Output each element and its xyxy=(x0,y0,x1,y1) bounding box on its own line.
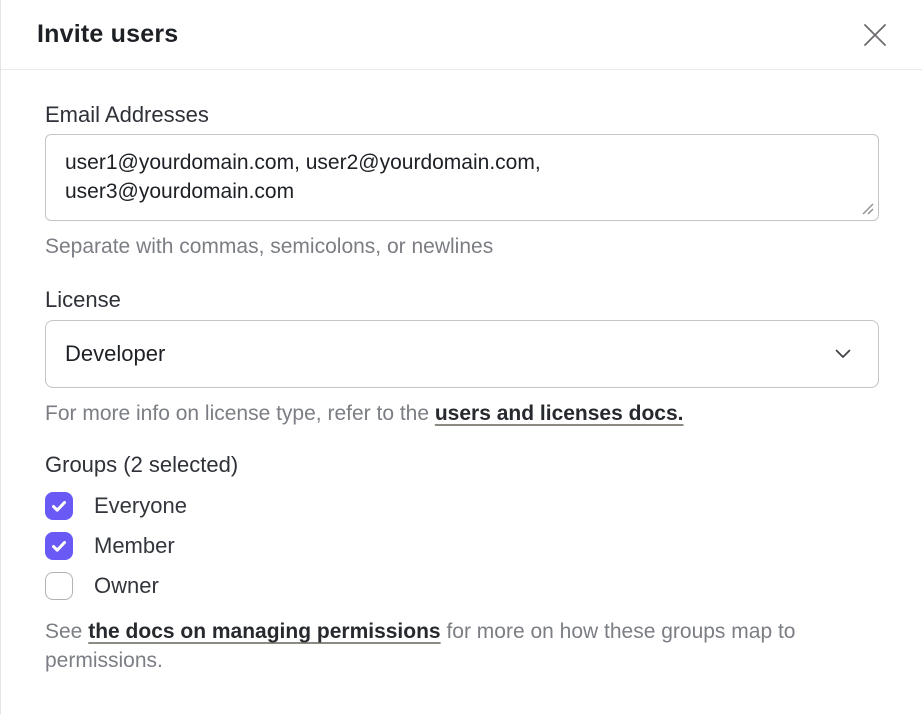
close-icon xyxy=(860,20,890,50)
checkbox-owner[interactable] xyxy=(45,572,73,600)
license-section: License Developer For more info on licen… xyxy=(45,287,879,428)
group-option-owner[interactable]: Owner xyxy=(45,572,159,600)
checkbox-label-everyone: Everyone xyxy=(94,493,187,519)
email-textarea-wrap: user1@yourdomain.com, user2@yourdomain.c… xyxy=(45,134,879,221)
chevron-down-icon xyxy=(835,349,851,359)
checkbox-label-owner: Owner xyxy=(94,573,159,599)
groups-section: Groups (2 selected) Everyone Member xyxy=(45,452,879,675)
license-selected-value: Developer xyxy=(65,341,165,367)
checkbox-label-member: Member xyxy=(94,533,175,559)
modal-body: Email Addresses user1@yourdomain.com, us… xyxy=(1,70,922,675)
check-icon xyxy=(51,540,67,553)
modal-title: Invite users xyxy=(37,20,178,49)
license-select[interactable]: Developer xyxy=(45,320,879,388)
license-helper-prefix: For more info on license type, refer to … xyxy=(45,402,435,425)
email-addresses-label: Email Addresses xyxy=(45,102,879,128)
users-and-licenses-docs-link[interactable]: users and licenses docs. xyxy=(435,402,684,425)
invite-users-modal: Invite users Email Addresses user1@yourd… xyxy=(0,0,922,714)
close-button[interactable] xyxy=(858,18,892,52)
modal-header: Invite users xyxy=(1,0,922,70)
email-addresses-input[interactable]: user1@yourdomain.com, user2@yourdomain.c… xyxy=(45,134,879,221)
groups-helper-text: See the docs on managing permissions for… xyxy=(45,617,879,675)
groups-helper-prefix: See xyxy=(45,620,88,643)
license-helper-text: For more info on license type, refer to … xyxy=(45,399,879,428)
license-label: License xyxy=(45,287,879,313)
group-option-member[interactable]: Member xyxy=(45,532,175,560)
groups-label: Groups (2 selected) xyxy=(45,452,879,478)
email-helper-text: Separate with commas, semicolons, or new… xyxy=(45,232,879,261)
group-option-everyone[interactable]: Everyone xyxy=(45,492,187,520)
checkbox-member[interactable] xyxy=(45,532,73,560)
check-icon xyxy=(51,500,67,513)
checkbox-everyone[interactable] xyxy=(45,492,73,520)
managing-permissions-docs-link[interactable]: the docs on managing permissions xyxy=(88,620,440,643)
email-section: Email Addresses user1@yourdomain.com, us… xyxy=(45,102,879,261)
